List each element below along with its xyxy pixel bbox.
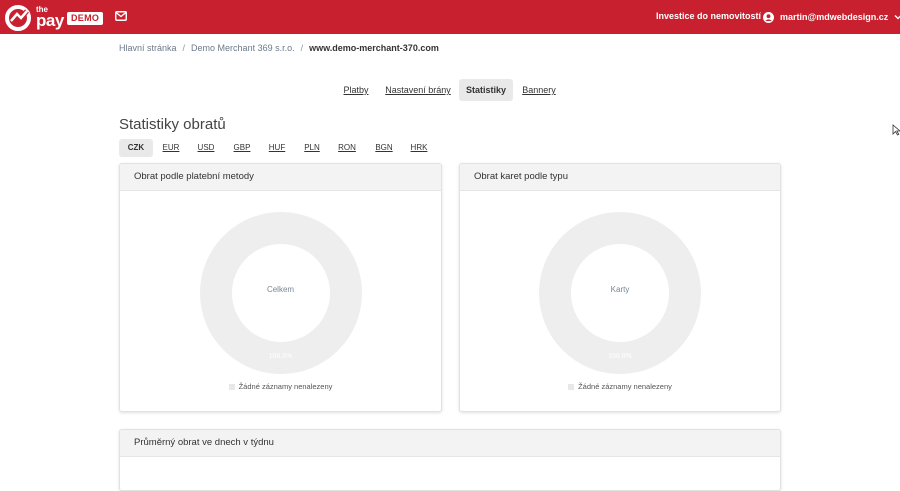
legend-empty-text: Žádné záznamy nenalezeny [578,382,672,391]
legend-empty-text: Žádné záznamy nenalezeny [238,382,333,391]
breadcrumb-current: www.demo-merchant-370.com [309,43,439,53]
card-title: Obrat podle platební metody [120,164,441,191]
investice-nav-link[interactable]: Investice do nemovitostí [656,11,761,21]
currency-hrk[interactable]: HRK [407,139,431,157]
chart-legend: Žádné záznamy nenalezeny [120,382,441,391]
card-title: Průměrný obrat ve dnech v týdnu [120,430,780,457]
donut-center-label: Karty [610,285,630,294]
currency-bgn[interactable]: BGN [371,139,397,157]
user-menu[interactable]: martin@mdwebdesign.cz [763,10,900,24]
user-email: martin@mdwebdesign.cz [780,12,889,22]
legend-swatch [228,383,235,390]
mail-icon[interactable] [115,11,127,21]
weekday-average-turnover-card: Průměrný obrat ve dnech v týdnu [119,429,781,491]
currency-pln[interactable]: PLN [300,139,324,157]
currency-usd[interactable]: USD [194,139,218,157]
donut-percent-label: 100.0% [608,353,632,360]
currency-ron[interactable]: RON [334,139,360,157]
top-bar: the pay DEMO Investice do nemovitostí ma… [0,0,900,34]
breadcrumb: Hlavní stránka / Demo Merchant 369 s.r.o. /… [119,43,439,53]
page-title: Statistiky obratů [119,116,226,133]
chart-legend: Žádné záznamy nenalezeny [460,382,780,391]
tab-statistiky[interactable]: Statistiky [459,79,513,101]
mouse-cursor-icon [892,124,900,136]
donut-percent-label: 100.0% [268,353,293,360]
payment-method-turnover-card: Obrat podle platební metody Celkem 100.0… [119,163,442,412]
breadcrumb-home[interactable]: Hlavní stránka [119,43,177,53]
logo-pay-text: pay [36,11,64,30]
card-type-turnover-card: Obrat karet podle typu Karty 100.0% Žádn… [459,163,781,412]
donut-center-label: Celkem [266,285,295,294]
user-icon [763,11,774,23]
currency-czk[interactable]: CZK [119,139,153,157]
chevron-down-icon [894,15,900,20]
donut-chart: Celkem 100.0% [120,212,441,374]
legend-swatch [568,383,575,390]
currency-gbp[interactable]: GBP [229,139,255,157]
breadcrumb-separator: / [300,43,304,53]
card-title: Obrat karet podle typu [460,164,780,191]
tab-nastaveni-brany[interactable]: Nastavení brány [383,79,453,101]
tab-bannery[interactable]: Bannery [519,79,559,101]
donut-chart: Karty 100.0% [460,212,780,374]
demo-badge: DEMO [67,12,104,25]
thepay-logo-icon [5,5,31,31]
breadcrumb-separator: / [182,43,186,53]
tab-bar: Platby Nastavení brány Statistiky Banner… [0,79,900,101]
currency-huf[interactable]: HUF [265,139,289,157]
currency-eur[interactable]: EUR [159,139,183,157]
breadcrumb-merchant[interactable]: Demo Merchant 369 s.r.o. [191,43,295,53]
tab-platby[interactable]: Platby [339,79,373,101]
